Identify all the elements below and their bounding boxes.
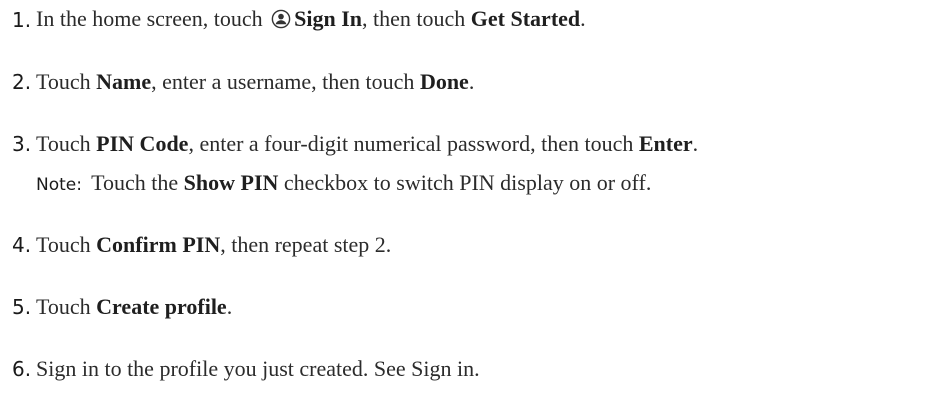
bold-term: Name [96, 69, 152, 94]
bold-term: Done [419, 69, 469, 94]
bold-term: Sign In [294, 5, 363, 31]
step-text: Touch PIN Code, enter a four-digit numer… [36, 131, 699, 156]
step-3-note: Note: Touch the Show PIN checkbox to swi… [0, 166, 937, 200]
step-3: 3. Touch PIN Code, enter a four-digit nu… [0, 127, 937, 161]
step-6: 6. Sign in to the profile you just creat… [0, 352, 937, 386]
step-text: Touch Confirm PIN, then repeat step 2. [36, 232, 392, 257]
step-5: 5. Touch Create profile. [0, 290, 937, 324]
step-text: Sign in to the profile you just created.… [36, 356, 480, 381]
note-label: Note: [36, 175, 82, 195]
bold-term: Enter [638, 131, 693, 156]
step-number: 3. [12, 132, 32, 156]
bold-term: Create profile [96, 294, 227, 319]
step-4: 4. Touch Confirm PIN, then repeat step 2… [0, 228, 937, 262]
step-number: 4. [12, 233, 32, 257]
user-circle-icon [271, 9, 291, 35]
instruction-steps: 1. In the home screen, touch Sign In, th… [0, 0, 937, 404]
step-1: 1. In the home screen, touch Sign In, th… [0, 3, 937, 37]
step-number: 5. [12, 295, 32, 319]
bold-term: PIN Code [96, 131, 189, 156]
step-text: In the home screen, touch Sign In, then … [36, 6, 586, 35]
note-text: Note: Touch the Show PIN checkbox to swi… [36, 170, 652, 195]
step-number: 2. [12, 70, 32, 94]
bold-term: Get Started [470, 5, 581, 31]
step-text: Touch Name, enter a username, then touch… [36, 69, 475, 94]
step-text: Touch Create profile. [36, 294, 233, 319]
step-number: 6. [12, 357, 32, 381]
bold-term: Confirm PIN [96, 232, 221, 257]
step-2: 2. Touch Name, enter a username, then to… [0, 65, 937, 99]
step-number: 1. [12, 8, 32, 32]
bold-term: Show PIN [183, 170, 279, 195]
